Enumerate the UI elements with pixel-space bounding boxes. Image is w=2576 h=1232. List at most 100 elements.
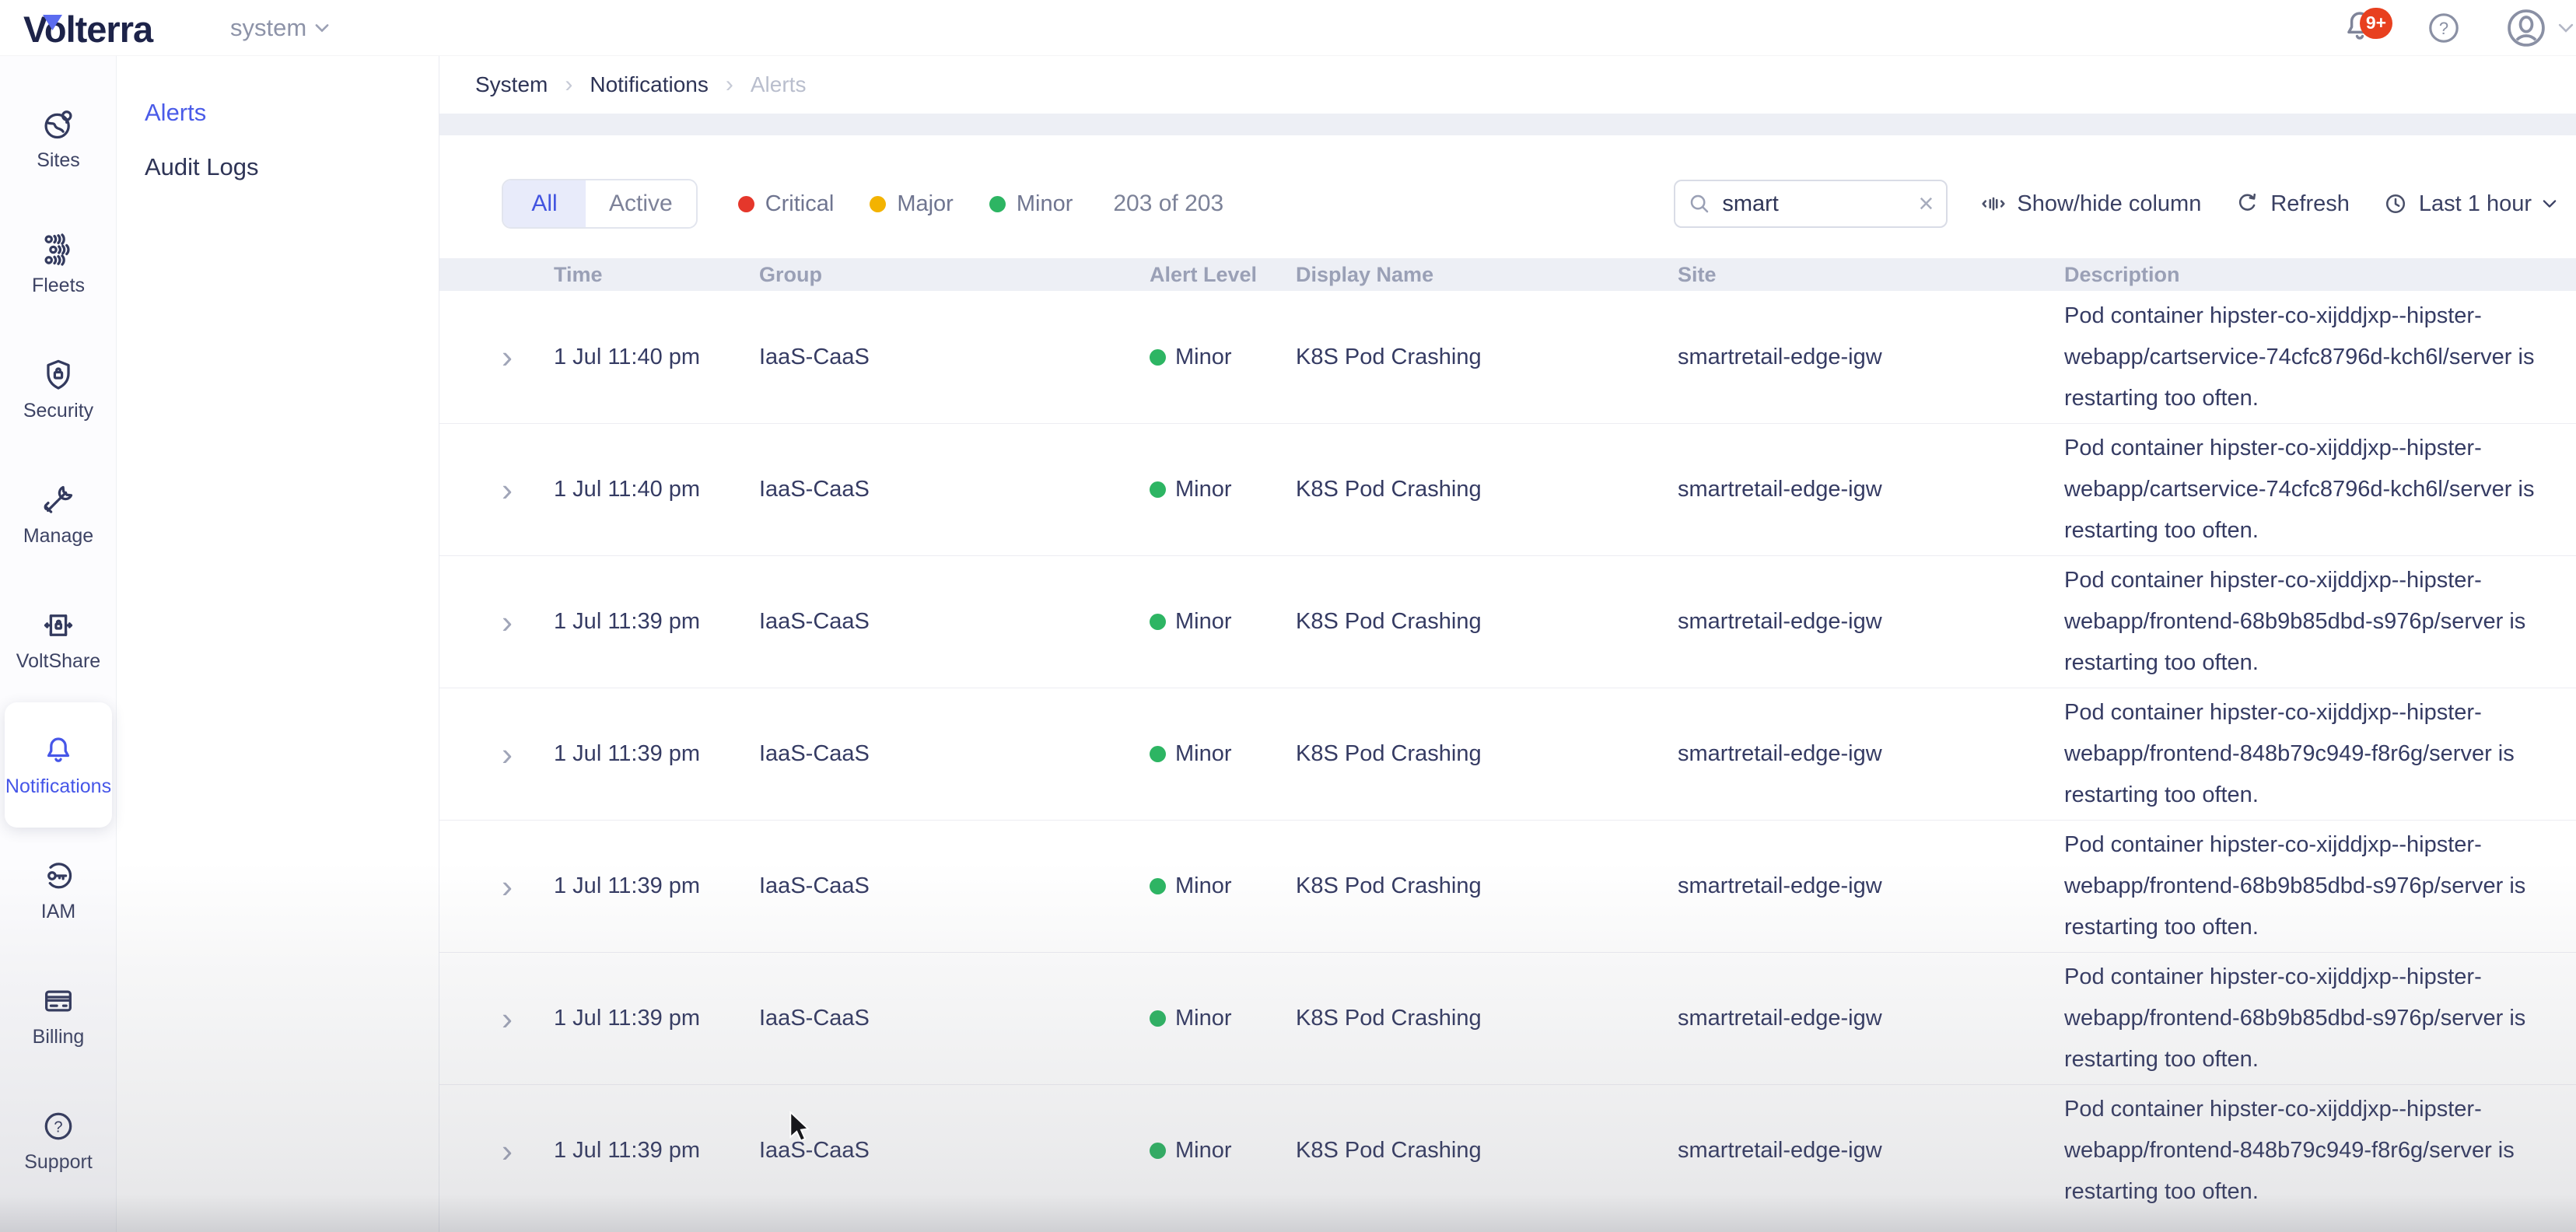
legend-critical[interactable]: Critical xyxy=(738,191,835,217)
nav-item-sites[interactable]: Sites xyxy=(5,76,112,201)
nav-label: Security xyxy=(23,400,93,422)
help-circle-icon: ? xyxy=(2425,9,2462,47)
col-alert-level[interactable]: Alert Level xyxy=(1150,263,1296,287)
expand-row-icon[interactable]: › xyxy=(502,870,533,903)
severity-legend: Critical Major Minor xyxy=(738,191,1073,217)
table-body: › 1 Jul 11:40 pm IaaS-CaaS Minor K8S Pod… xyxy=(439,291,2576,1216)
volterra-logo[interactable]: Volterra xyxy=(23,8,152,48)
logo-text: Volterra xyxy=(23,9,152,50)
nav-item-iam[interactable]: IAM xyxy=(5,828,112,953)
legend-label: Minor xyxy=(1017,191,1073,217)
expand-row-icon[interactable]: › xyxy=(502,606,533,639)
alert-level-text: Minor xyxy=(1175,873,1232,899)
cell-alert-level: Minor xyxy=(1150,345,1296,370)
filter-active-button[interactable]: Active xyxy=(586,180,696,227)
nav-label: IAM xyxy=(41,901,75,923)
col-time[interactable]: Time xyxy=(554,263,759,287)
clock-icon xyxy=(2382,191,2409,217)
globe-pin-icon xyxy=(40,107,76,142)
svg-text:?: ? xyxy=(54,1118,62,1136)
breadcrumb-notifications[interactable]: Notifications xyxy=(590,72,709,97)
breadcrumb-system[interactable]: System xyxy=(475,72,548,97)
breadcrumb-separator-icon: › xyxy=(565,72,572,98)
clear-search-icon[interactable]: × xyxy=(1919,189,1934,219)
user-menu-caret[interactable] xyxy=(2557,0,2574,56)
subnav-item-audit-logs[interactable]: Audit Logs xyxy=(117,140,439,194)
expand-row-icon[interactable]: › xyxy=(502,474,533,506)
nav-item-voltshare[interactable]: VoltShare xyxy=(5,577,112,702)
columns-icon xyxy=(1980,191,2007,217)
bell-icon xyxy=(40,733,76,768)
minor-dot-icon xyxy=(1150,481,1166,498)
alerts-panel: All Active Critical Major Minor 203 of 2… xyxy=(439,135,2576,1232)
search-icon xyxy=(1688,192,1711,215)
cell-description: Pod container hipster-co-xijddjxp--hipst… xyxy=(2064,692,2560,816)
fleet-nodes-icon xyxy=(40,232,76,268)
subnav-label: Audit Logs xyxy=(145,153,259,181)
cell-time: 1 Jul 11:39 pm xyxy=(554,1138,759,1164)
breadcrumb-separator-icon: › xyxy=(726,72,733,98)
minor-dot-icon xyxy=(1150,878,1166,894)
legend-minor[interactable]: Minor xyxy=(989,191,1073,217)
minor-dot-icon xyxy=(1150,614,1166,630)
alert-level-text: Minor xyxy=(1175,1006,1232,1031)
nav-label: Manage xyxy=(23,525,93,548)
cell-time: 1 Jul 11:39 pm xyxy=(554,1006,759,1031)
col-description[interactable]: Description xyxy=(2064,263,2560,287)
expand-row-icon[interactable]: › xyxy=(502,341,533,373)
cell-description: Pod container hipster-co-xijddjxp--hipst… xyxy=(2064,428,2560,551)
refresh-icon xyxy=(2234,191,2260,217)
minor-dot-icon xyxy=(1150,349,1166,366)
table-row[interactable]: › 1 Jul 11:39 pm IaaS-CaaS Minor K8S Pod… xyxy=(439,688,2576,820)
table-row[interactable]: › 1 Jul 11:40 pm IaaS-CaaS Minor K8S Pod… xyxy=(439,423,2576,555)
nav-item-notifications[interactable]: Notifications xyxy=(5,702,112,828)
cell-site: smartretail-edge-igw xyxy=(1678,1006,2064,1031)
nav-label: Notifications xyxy=(5,775,111,798)
breadcrumb-alerts: Alerts xyxy=(751,72,807,97)
cell-site: smartretail-edge-igw xyxy=(1678,741,2064,767)
nav-label: Sites xyxy=(37,149,80,172)
bell-icon: 9+ xyxy=(2340,6,2380,51)
cell-alert-level: Minor xyxy=(1150,741,1296,767)
user-menu-button[interactable] xyxy=(2504,0,2548,56)
cell-group: IaaS-CaaS xyxy=(759,1006,1150,1031)
nav-item-support[interactable]: ? Support xyxy=(5,1078,112,1203)
cell-time: 1 Jul 11:39 pm xyxy=(554,741,759,767)
minor-dot-icon xyxy=(1150,1010,1166,1027)
expand-row-icon[interactable]: › xyxy=(502,1135,533,1167)
col-group[interactable]: Group xyxy=(759,263,1150,287)
table-row[interactable]: › 1 Jul 11:39 pm IaaS-CaaS Minor K8S Pod… xyxy=(439,1084,2576,1216)
tenant-selector[interactable]: system xyxy=(230,14,330,42)
notifications-bell-button[interactable]: 9+ xyxy=(2340,0,2380,56)
subnav-item-alerts[interactable]: Alerts xyxy=(117,86,439,140)
cell-display-name: K8S Pod Crashing xyxy=(1296,1006,1678,1031)
expand-row-icon[interactable]: › xyxy=(502,1003,533,1035)
col-site[interactable]: Site xyxy=(1678,263,2064,287)
nav-item-manage[interactable]: Manage xyxy=(5,452,112,577)
search-input[interactable] xyxy=(1722,191,1907,217)
nav-item-billing[interactable]: Billing xyxy=(5,953,112,1078)
alert-level-text: Minor xyxy=(1175,741,1232,767)
primary-nav-rail: Sites Fleets Security Manage xyxy=(0,56,117,1232)
help-button[interactable]: ? xyxy=(2425,0,2462,56)
legend-major[interactable]: Major xyxy=(870,191,954,217)
cell-description: Pod container hipster-co-xijddjxp--hipst… xyxy=(2064,957,2560,1080)
table-row[interactable]: › 1 Jul 11:40 pm IaaS-CaaS Minor K8S Pod… xyxy=(439,291,2576,423)
nav-item-fleets[interactable]: Fleets xyxy=(5,201,112,327)
col-display-name[interactable]: Display Name xyxy=(1296,263,1678,287)
table-row[interactable]: › 1 Jul 11:39 pm IaaS-CaaS Minor K8S Pod… xyxy=(439,555,2576,688)
table-row[interactable]: › 1 Jul 11:39 pm IaaS-CaaS Minor K8S Pod… xyxy=(439,952,2576,1084)
cell-description: Pod container hipster-co-xijddjxp--hipst… xyxy=(2064,560,2560,684)
show-hide-column-button[interactable]: Show/hide column xyxy=(1980,191,2201,217)
time-range-selector[interactable]: Last 1 hour xyxy=(2382,191,2557,217)
cell-group: IaaS-CaaS xyxy=(759,345,1150,370)
all-active-toggle: All Active xyxy=(502,179,698,229)
cell-alert-level: Minor xyxy=(1150,609,1296,635)
nav-item-security[interactable]: Security xyxy=(5,327,112,452)
search-box[interactable]: × xyxy=(1674,180,1948,228)
result-count: 203 of 203 xyxy=(1113,191,1223,217)
refresh-button[interactable]: Refresh xyxy=(2234,191,2350,217)
expand-row-icon[interactable]: › xyxy=(502,738,533,771)
filter-all-button[interactable]: All xyxy=(503,180,586,227)
table-row[interactable]: › 1 Jul 11:39 pm IaaS-CaaS Minor K8S Pod… xyxy=(439,820,2576,952)
